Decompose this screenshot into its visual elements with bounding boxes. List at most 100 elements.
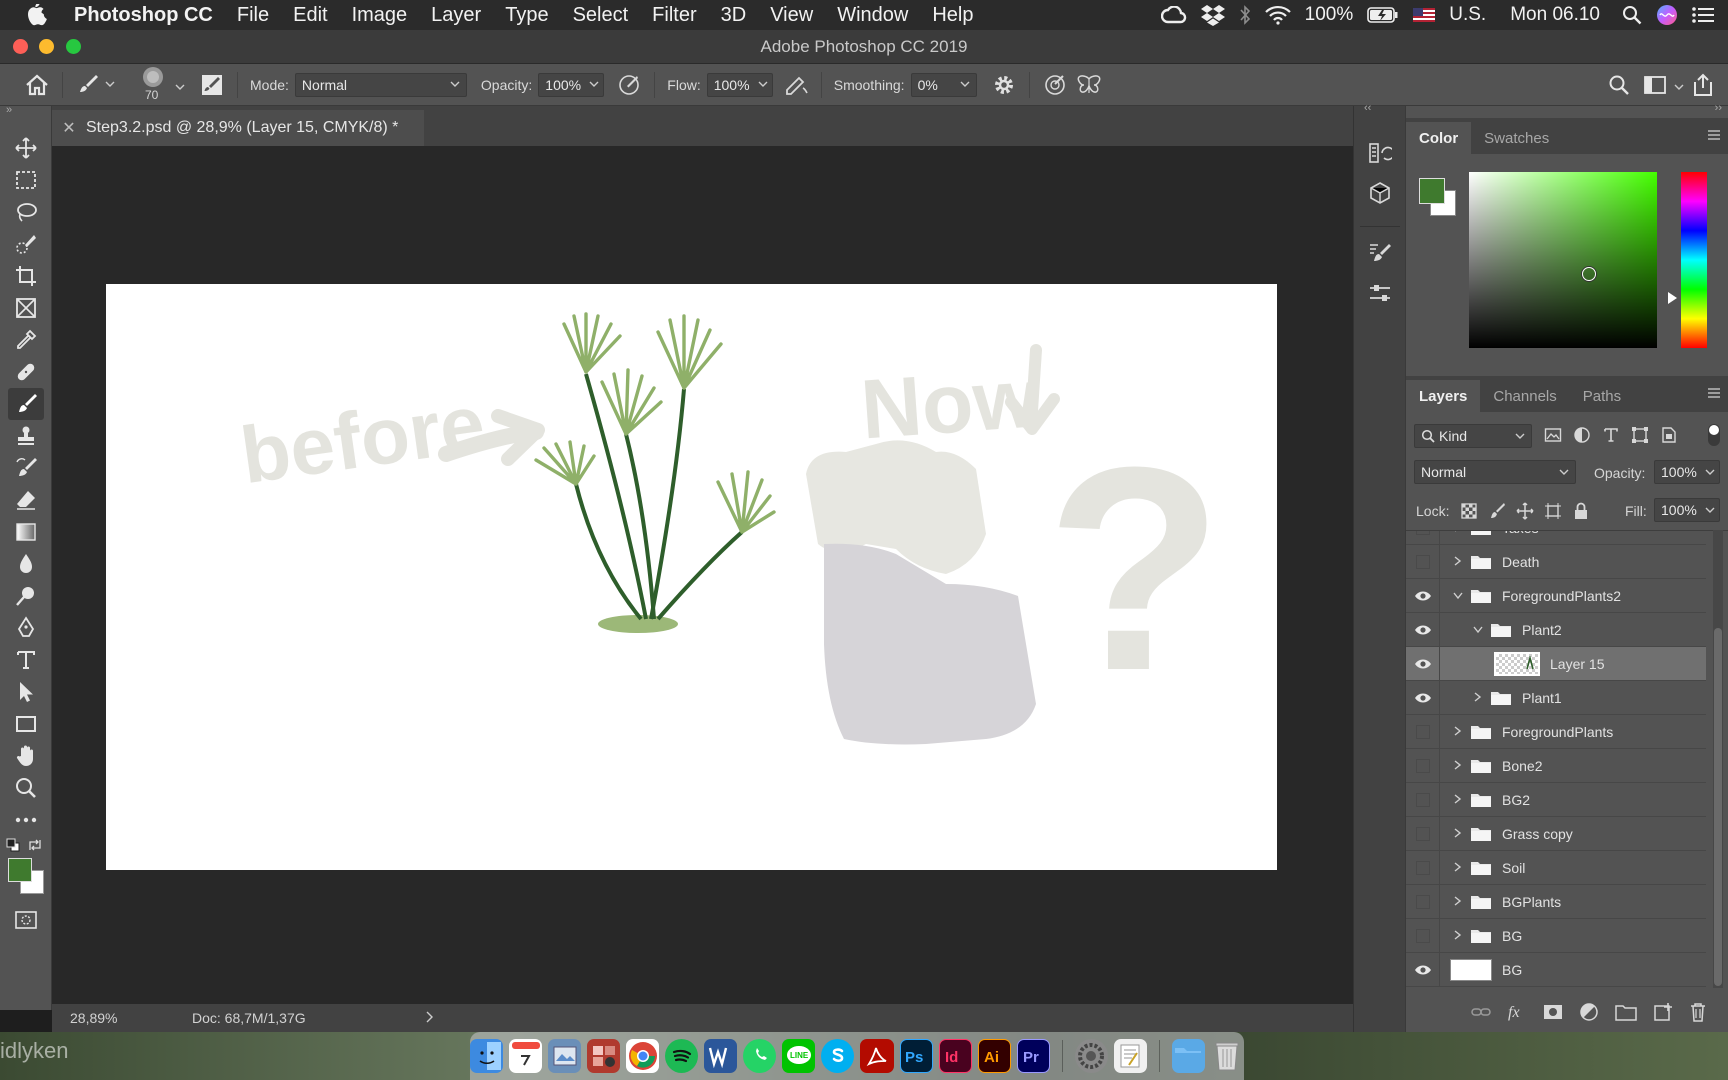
rectangle-tool-icon[interactable]	[8, 708, 44, 740]
wifi-icon[interactable]	[1264, 5, 1291, 25]
dock-spotify-icon[interactable]	[665, 1039, 699, 1073]
layer-opacity-chevron-icon[interactable]	[1697, 467, 1715, 478]
group-collapsed-chevron-icon[interactable]	[1470, 690, 1486, 705]
layer-blend-mode-select[interactable]: Normal	[1414, 460, 1576, 484]
group-collapsed-chevron-icon[interactable]	[1450, 724, 1466, 739]
layers-list[interactable]: Taxes Death ForegroundPlants2 Plant2 Layer 1…	[1406, 530, 1728, 988]
layer-row[interactable]: BGPlants	[1406, 884, 1706, 919]
opacity-chevron-icon[interactable]	[581, 79, 599, 90]
brush-size-picker[interactable]: 70	[131, 65, 175, 105]
new-layer-icon[interactable]	[1653, 1002, 1673, 1022]
pen-tool-icon[interactable]	[8, 612, 44, 644]
workspace-switcher-icon[interactable]	[1638, 69, 1672, 101]
visibility-toggle[interactable]	[1406, 782, 1440, 817]
apple-menu-icon[interactable]	[0, 4, 74, 26]
dock-collapse-icon[interactable]: ››	[1715, 102, 1722, 114]
input-source-label[interactable]: U.S.	[1449, 4, 1486, 26]
workspace-chevron-icon[interactable]	[1674, 77, 1684, 93]
adjustments-strip-icon[interactable]	[1362, 276, 1398, 310]
visibility-eye-icon[interactable]	[1406, 612, 1440, 647]
spotlight-search-icon[interactable]	[1622, 5, 1642, 25]
brush-settings-panel-icon[interactable]	[195, 69, 229, 101]
layer-row[interactable]: BG	[1406, 952, 1706, 987]
layer-row[interactable]: Bone2	[1406, 748, 1706, 783]
3d-panel-icon[interactable]	[1362, 176, 1398, 210]
move-tool-icon[interactable]	[8, 132, 44, 164]
battery-icon[interactable]	[1367, 7, 1399, 23]
pressure-opacity-icon[interactable]	[612, 69, 646, 101]
group-collapsed-chevron-icon[interactable]	[1450, 531, 1466, 535]
document-canvas[interactable]: before Now ?	[106, 284, 1277, 870]
dock-line-icon[interactable]: LINE	[782, 1039, 816, 1073]
swap-colors-icon[interactable]	[28, 838, 42, 857]
menu-app-name[interactable]: Photoshop CC	[74, 4, 225, 27]
dock-acrobat-icon[interactable]	[860, 1039, 894, 1073]
menu-3d[interactable]: 3D	[709, 4, 759, 27]
foreground-color-swatch[interactable]	[8, 858, 32, 882]
layers-scrollbar-thumb[interactable]	[1714, 628, 1722, 986]
search-icon[interactable]	[1602, 69, 1636, 101]
quick-selection-tool-icon[interactable]	[8, 228, 44, 260]
delete-layer-icon[interactable]	[1689, 1002, 1707, 1022]
color-picker-cursor[interactable]	[1582, 267, 1596, 281]
canvas-workspace[interactable]: before Now ?	[52, 146, 1353, 1004]
dock-indesign-icon[interactable]: Id	[938, 1039, 972, 1073]
dock-skype-icon[interactable]	[821, 1039, 855, 1073]
gradient-tool-icon[interactable]	[8, 516, 44, 548]
visibility-toggle[interactable]	[1406, 531, 1440, 545]
menu-file[interactable]: File	[225, 4, 281, 27]
bluetooth-icon[interactable]	[1239, 5, 1251, 25]
saturation-brightness-field[interactable]	[1469, 172, 1657, 348]
layer-fill-input[interactable]: 100%	[1654, 498, 1720, 522]
color-panel-foreground-swatch[interactable]	[1419, 178, 1445, 204]
lock-position-icon[interactable]	[1516, 502, 1534, 520]
flow-chevron-icon[interactable]	[750, 79, 768, 90]
hue-slider[interactable]	[1681, 172, 1707, 348]
pressure-size-icon[interactable]	[1038, 69, 1072, 101]
brush-size-chevron-icon[interactable]	[175, 77, 185, 93]
menu-type[interactable]: Type	[493, 4, 560, 27]
new-group-icon[interactable]	[1615, 1003, 1637, 1021]
layer-style-fx-icon[interactable]: fx	[1507, 1003, 1527, 1021]
brush-preset-icon[interactable]	[71, 69, 105, 101]
us-flag-icon[interactable]	[1413, 8, 1436, 22]
lock-all-icon[interactable]	[1572, 502, 1590, 520]
layer-row[interactable]: Taxes	[1406, 531, 1706, 545]
group-collapsed-chevron-icon[interactable]	[1450, 860, 1466, 875]
tab-channels[interactable]: Channels	[1480, 380, 1569, 412]
dock-premiere-icon[interactable]: Pr	[1016, 1039, 1050, 1073]
healing-brush-tool-icon[interactable]	[8, 356, 44, 388]
layer-filter-toggle[interactable]	[1708, 424, 1720, 446]
frame-tool-icon[interactable]	[8, 292, 44, 324]
filter-pixel-layers-icon[interactable]	[1544, 426, 1562, 444]
smoothing-options-gear-icon[interactable]	[987, 69, 1021, 101]
edit-toolbar-more-icon[interactable]	[8, 804, 44, 836]
dropbox-icon[interactable]	[1200, 4, 1225, 26]
visibility-eye-icon[interactable]	[1406, 680, 1440, 715]
history-panel-icon[interactable]	[1362, 136, 1398, 170]
dock-illustrator-icon[interactable]: Ai	[977, 1039, 1011, 1073]
menu-window[interactable]: Window	[825, 4, 920, 27]
menubar-clock[interactable]: Mon 06.10	[1510, 4, 1600, 26]
home-button[interactable]	[20, 69, 54, 101]
dock-photo-booth-icon[interactable]	[587, 1039, 621, 1073]
group-collapsed-chevron-icon[interactable]	[1450, 894, 1466, 909]
history-brush-tool-icon[interactable]	[8, 452, 44, 484]
document-tab[interactable]: ✕ Step3.2.psd @ 28,9% (Layer 15, CMYK/8)…	[52, 110, 424, 146]
dock-system-preferences-icon[interactable]	[1074, 1039, 1108, 1073]
lock-transparent-pixels-icon[interactable]	[1460, 502, 1478, 520]
eraser-tool-icon[interactable]	[8, 484, 44, 516]
window-minimize-button[interactable]	[39, 39, 54, 54]
dodge-tool-icon[interactable]	[8, 580, 44, 612]
menu-image[interactable]: Image	[340, 4, 420, 27]
hand-tool-icon[interactable]	[8, 740, 44, 772]
layer-row[interactable]: Plant2	[1406, 612, 1706, 647]
type-tool-icon[interactable]	[8, 644, 44, 676]
dock-trash-icon[interactable]	[1211, 1039, 1244, 1073]
path-selection-tool-icon[interactable]	[8, 676, 44, 708]
clone-stamp-tool-icon[interactable]	[8, 420, 44, 452]
layer-fill-chevron-icon[interactable]	[1697, 505, 1715, 516]
opacity-input[interactable]: 100%	[538, 72, 605, 97]
add-layer-mask-icon[interactable]	[1543, 1003, 1563, 1021]
share-icon[interactable]	[1686, 69, 1720, 101]
